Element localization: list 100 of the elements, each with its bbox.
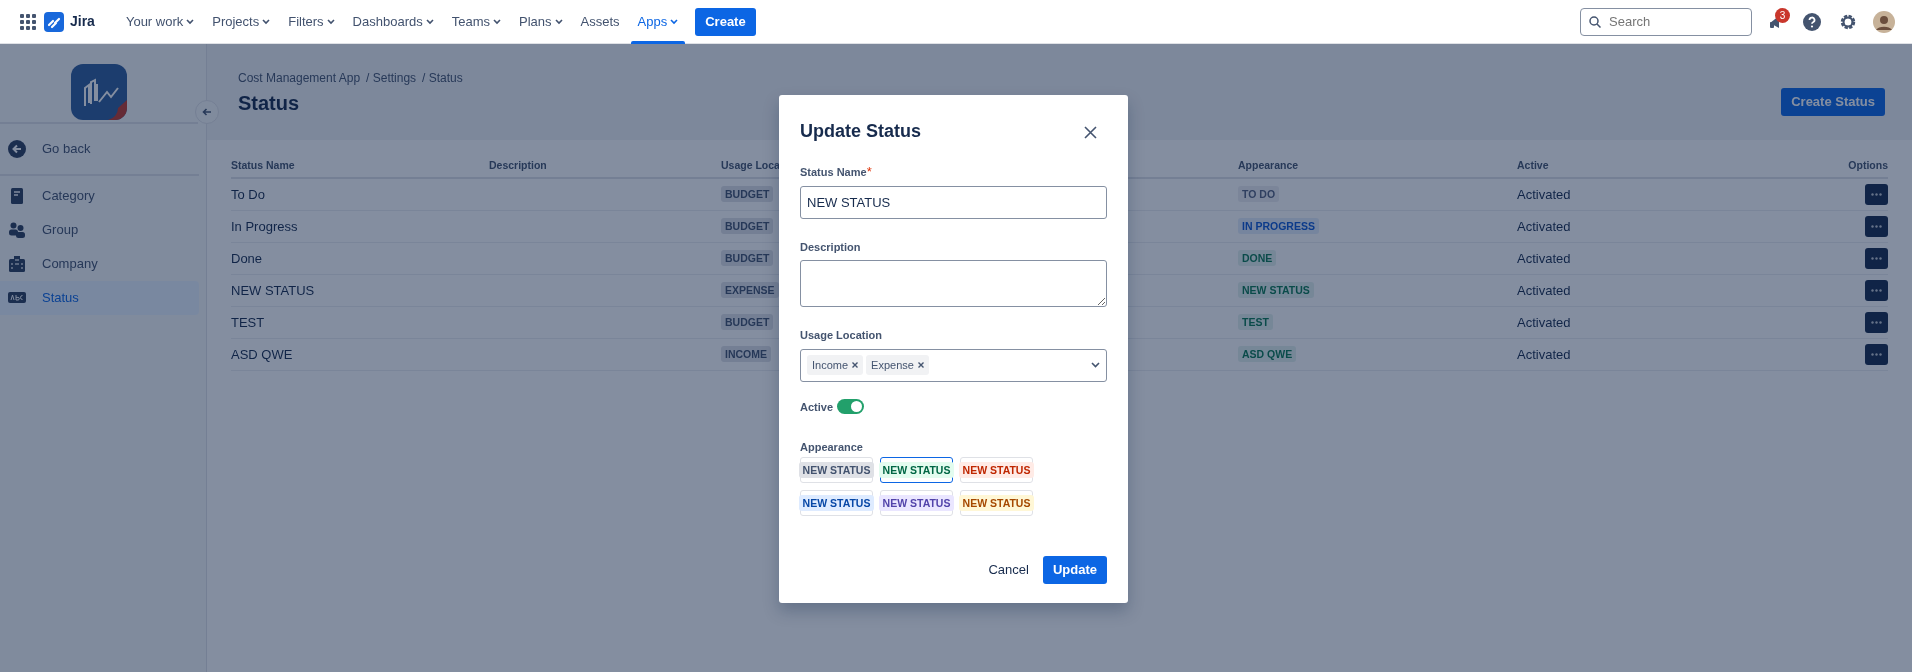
status-lozenge: NEW STATUS bbox=[878, 494, 955, 511]
description-field[interactable] bbox=[800, 260, 1107, 307]
table-cell-text: To Do bbox=[231, 185, 265, 204]
more-icon bbox=[1871, 192, 1882, 196]
close-icon bbox=[917, 362, 924, 368]
options-button[interactable] bbox=[1865, 279, 1888, 301]
sidebar-item[interactable]: Group bbox=[0, 213, 199, 247]
update-button[interactable]: Update bbox=[1042, 555, 1107, 584]
breadcrumb-link[interactable]: / Status bbox=[422, 69, 463, 87]
collapse-sidebar-button[interactable] bbox=[195, 100, 219, 124]
required-mark: * bbox=[866, 164, 872, 179]
create-status-button[interactable]: Create Status bbox=[1781, 88, 1885, 116]
close-icon bbox=[852, 362, 859, 368]
options-button[interactable] bbox=[1865, 183, 1888, 205]
status-lozenge: IN PROGRESS bbox=[1238, 218, 1319, 235]
settings-icon bbox=[1839, 12, 1857, 31]
usage-location-select[interactable]: Income Expense bbox=[800, 348, 1107, 382]
usage-tag: INCOME bbox=[721, 346, 771, 363]
column-header: Description bbox=[489, 159, 547, 171]
status-name-field[interactable]: NEW STATUS bbox=[800, 185, 1107, 219]
table-cell-text: Activated bbox=[1517, 185, 1571, 204]
column-header: Options bbox=[1848, 159, 1888, 171]
status-lozenge: NEW STATUS bbox=[1238, 282, 1314, 299]
field-label: Active bbox=[800, 399, 834, 415]
chevron-down-icon bbox=[1091, 362, 1100, 368]
tag-label: Expense bbox=[871, 357, 914, 373]
breadcrumb-link[interactable]: / Settings bbox=[366, 69, 417, 87]
usage-tag: BUDGET bbox=[721, 314, 774, 331]
nav-menu-item[interactable]: Assets bbox=[571, 0, 629, 44]
status-lozenge: ASD QWE bbox=[1238, 346, 1297, 363]
status-lozenge: NEW STATUS bbox=[878, 461, 955, 478]
notifications-button[interactable]: 3 bbox=[1760, 5, 1792, 38]
dialog-title: Update Status bbox=[800, 121, 922, 143]
column-header: Usage Loca bbox=[721, 159, 780, 171]
table-cell-text: Activated bbox=[1517, 313, 1571, 332]
jira-logo-icon bbox=[44, 11, 64, 32]
options-button[interactable] bbox=[1865, 311, 1888, 333]
avatar-icon bbox=[1873, 10, 1895, 33]
usage-tag: BUDGET bbox=[721, 250, 774, 267]
status-lozenge: TO DO bbox=[1238, 186, 1280, 203]
search-field[interactable]: Search bbox=[1607, 10, 1737, 33]
nav-menu-item[interactable]: Filters bbox=[279, 0, 344, 44]
usage-tag: BUDGET bbox=[721, 186, 774, 203]
usage-tag: EXPENSE bbox=[721, 282, 779, 299]
appearance-option[interactable]: NEW STATUS bbox=[960, 456, 1033, 483]
usage-tag: BUDGET bbox=[721, 218, 774, 235]
status-lozenge: NEW STATUS bbox=[798, 461, 875, 478]
more-icon bbox=[1871, 352, 1882, 356]
sidebar-item[interactable]: Category bbox=[0, 179, 199, 213]
appearance-option[interactable]: NEW STATUS bbox=[800, 456, 873, 483]
breadcrumb-link[interactable]: Cost Management App bbox=[238, 69, 361, 87]
table-cell-text: Activated bbox=[1517, 281, 1571, 300]
search-box[interactable]: Search bbox=[1580, 7, 1752, 36]
active-toggle[interactable] bbox=[837, 399, 865, 415]
more-icon bbox=[1871, 256, 1882, 260]
nav-menu-item[interactable]: Teams bbox=[442, 0, 510, 44]
status-lozenge: DONE bbox=[1238, 250, 1277, 267]
column-header: Status Name bbox=[231, 159, 295, 171]
nav-menu-item[interactable]: Apps bbox=[628, 0, 688, 44]
chart-logo-icon bbox=[71, 64, 127, 120]
options-button[interactable] bbox=[1865, 343, 1888, 365]
close-icon bbox=[1084, 125, 1097, 139]
options-button[interactable] bbox=[1865, 215, 1888, 237]
nav-menu-item[interactable]: Your work bbox=[116, 0, 204, 44]
table-cell-text: NEW STATUS bbox=[231, 281, 315, 300]
field-label: Usage Location bbox=[800, 329, 882, 341]
appearance-option[interactable]: NEW STATUS bbox=[880, 489, 953, 516]
appearance-option[interactable]: NEW STATUS bbox=[960, 489, 1033, 516]
table-cell-text: ASD QWE bbox=[231, 345, 293, 364]
table-cell-text: Activated bbox=[1517, 249, 1571, 268]
building-icon bbox=[8, 255, 26, 273]
status-lozenge: NEW STATUS bbox=[798, 494, 875, 511]
appearance-option[interactable]: NEW STATUS bbox=[800, 489, 873, 516]
nav-menu-item[interactable]: Plans bbox=[510, 0, 572, 44]
create-button[interactable]: Create bbox=[695, 7, 756, 36]
column-header: Active bbox=[1517, 159, 1549, 171]
table-cell-text: In Progress bbox=[231, 217, 298, 236]
field-label: Appearance bbox=[800, 441, 863, 453]
field-label: Description bbox=[800, 240, 861, 253]
status-lozenge: TEST bbox=[1238, 314, 1273, 331]
people-icon bbox=[8, 221, 26, 239]
cancel-button[interactable]: Cancel bbox=[978, 555, 1039, 584]
document-icon bbox=[8, 187, 26, 205]
search-icon bbox=[1589, 15, 1601, 28]
appearance-option[interactable]: NEW STATUS bbox=[880, 456, 953, 483]
table-cell-text: TEST bbox=[231, 313, 265, 332]
field-label: Status Name bbox=[800, 166, 867, 178]
nav-menu-item[interactable]: Dashboards bbox=[343, 0, 443, 44]
go-back-button[interactable]: Go back bbox=[0, 124, 199, 176]
remove-tag-button[interactable] bbox=[852, 362, 859, 368]
table-cell-text: Activated bbox=[1517, 345, 1571, 364]
help-icon bbox=[1803, 12, 1821, 31]
status-lozenge: NEW STATUS bbox=[958, 461, 1035, 478]
table-cell-text: Done bbox=[231, 249, 263, 268]
tag-label: Income bbox=[812, 357, 849, 373]
page-title: Status bbox=[238, 91, 301, 115]
nav-menu-item[interactable]: Projects bbox=[203, 0, 280, 44]
options-button[interactable] bbox=[1865, 247, 1888, 269]
remove-tag-button[interactable] bbox=[917, 362, 924, 368]
sidebar-item[interactable]: Company bbox=[0, 247, 199, 281]
